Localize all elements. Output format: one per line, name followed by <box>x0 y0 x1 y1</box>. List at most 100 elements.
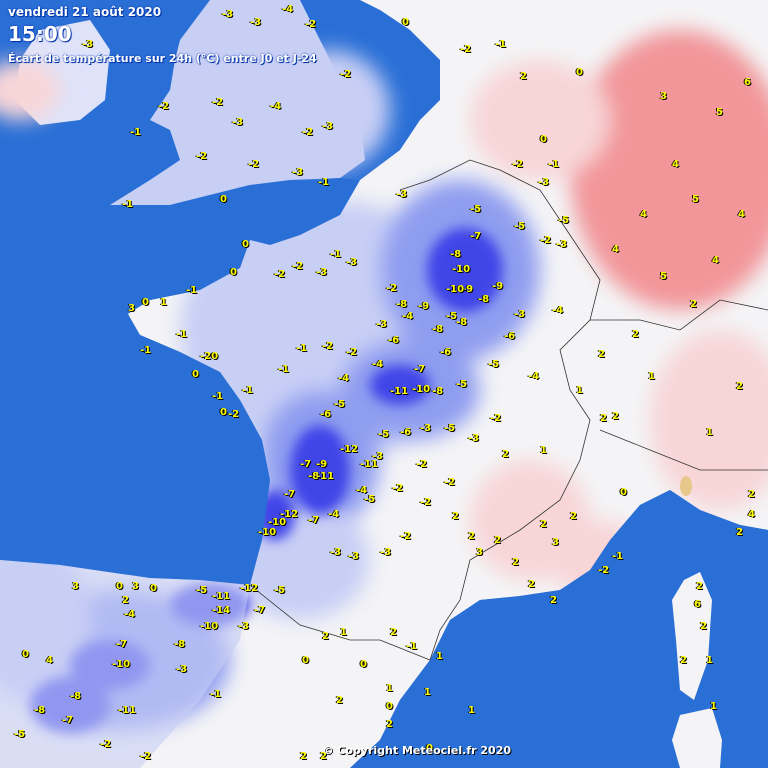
temperature-delta-label: 2 <box>598 349 605 360</box>
temperature-delta-label: 2 <box>612 411 619 422</box>
temperature-delta-label: -3 <box>82 39 94 50</box>
temperature-delta-label: 1 <box>160 297 167 308</box>
temperature-delta-label: -7 <box>300 459 312 470</box>
temperature-delta-label: 0 <box>540 134 547 145</box>
temperature-delta-label: -3 <box>322 121 334 132</box>
temperature-delta-label: -6 <box>400 427 412 438</box>
sardinia-top <box>672 708 722 768</box>
temperature-delta-label: 1 <box>706 427 713 438</box>
temperature-delta-label: -9 <box>418 301 430 312</box>
temperature-delta-label: -3 <box>232 117 244 128</box>
temperature-delta-label: 2 <box>632 329 639 340</box>
temperature-delta-label: -4 <box>282 4 294 15</box>
temperature-delta-label: -5 <box>444 423 456 434</box>
temperature-delta-label: 3 <box>552 537 559 548</box>
temperature-delta-label: -3 <box>396 189 408 200</box>
temperature-delta-label: 2 <box>390 627 397 638</box>
temperature-delta-label: -8 <box>432 386 444 397</box>
temperature-delta-label: 0 <box>22 649 29 660</box>
temperature-delta-label: -2 <box>196 151 208 162</box>
temperature-delta-label: 0 <box>386 701 393 712</box>
temperature-delta-label: 1 <box>340 627 347 638</box>
temperature-delta-label: -11 <box>212 591 231 602</box>
temperature-delta-label: -7 <box>284 489 296 500</box>
temperature-delta-label: -2 <box>212 97 224 108</box>
temperature-delta-label: -8 <box>450 249 462 260</box>
temperature-delta-label: 4 <box>46 655 53 666</box>
temperature-delta-label: 0 <box>242 239 249 250</box>
temperature-delta-label: 1 <box>648 371 655 382</box>
temperature-delta-label: 0 <box>576 67 583 78</box>
temperature-delta-label: 4 <box>738 209 745 220</box>
temperature-delta-label: -1 <box>186 285 198 296</box>
temperature-delta-label: -2 <box>420 497 432 508</box>
temperature-delta-label: -4 <box>356 485 368 496</box>
temperature-delta-label: 2 <box>700 621 707 632</box>
temperature-delta-label: -2 <box>444 477 456 488</box>
temperature-delta-label: 1 <box>424 687 431 698</box>
temperature-delta-label: -2 <box>292 261 304 272</box>
temperature-delta-label: -1 <box>548 159 560 170</box>
temperature-delta-label: -1 <box>212 391 224 402</box>
temperature-delta-label: 3 <box>132 581 139 592</box>
temperature-delta-label: 1 <box>436 651 443 662</box>
temperature-delta-label: -4 <box>270 101 282 112</box>
temperature-delta-label: 0 <box>192 369 199 380</box>
temperature-delta-label: 1 <box>468 705 475 716</box>
temperature-delta-label: -1 <box>122 199 134 210</box>
temperature-delta-label: -2 <box>346 347 358 358</box>
temperature-delta-label: -6 <box>504 331 516 342</box>
temperature-delta-label: -2 <box>598 565 610 576</box>
temperature-delta-label: -2 <box>248 159 260 170</box>
temperature-delta-label: -1 <box>130 127 142 138</box>
temperature-delta-label: -5 <box>274 585 286 596</box>
temperature-delta-label: 1 <box>386 683 393 694</box>
temperature-delta-label: -3 <box>380 547 392 558</box>
temperature-delta-label: -8 <box>456 317 468 328</box>
temperature-delta-label: 4 <box>748 509 755 520</box>
temperature-delta-label: -2 <box>274 269 286 280</box>
temperature-delta-label: 0 <box>302 655 309 666</box>
temperature-delta-label: -7 <box>62 715 74 726</box>
temperature-delta-label: -1 <box>140 345 152 356</box>
temperature-delta-label: -2 <box>228 409 240 420</box>
temperature-delta-label: -2 <box>305 19 317 30</box>
temperature-delta-label: -3 <box>420 423 432 434</box>
temperature-delta-label: 2 <box>300 751 307 762</box>
temperature-delta-label: 2 <box>680 655 687 666</box>
temperature-delta-label: -4 <box>402 311 414 322</box>
temperature-delta-label: -6 <box>440 347 452 358</box>
temperature-delta-label: -5 <box>514 221 526 232</box>
temperature-delta-label: 2 <box>748 489 755 500</box>
temperature-delta-label: -3 <box>292 167 304 178</box>
temperature-delta-label: 2 <box>736 381 743 392</box>
temperature-delta-label: 0 <box>116 581 123 592</box>
temperature-delta-label: -8 <box>478 294 490 305</box>
temperature-delta-label: 2 <box>690 299 697 310</box>
temperature-delta-label: -5 <box>196 585 208 596</box>
temperature-delta-label: -5 <box>558 215 570 226</box>
temperature-delta-label: -10 <box>412 384 431 395</box>
temperature-delta-label: -4 <box>528 371 540 382</box>
temperature-delta-label: -11 <box>118 705 137 716</box>
weather-map: -3 -3 -4 -2 -3 -2 -2 -3 -4 -2 -3 -2 -1 -2 -2 -3 -1 0 -1 0 -2… <box>0 0 768 768</box>
temperature-delta-label: 2 <box>736 527 743 538</box>
temperature-delta-label: -3 <box>346 257 358 268</box>
temperature-delta-label: -1 <box>176 329 188 340</box>
temperature-delta-label: -7 <box>116 639 128 650</box>
temperature-delta-label: -4 <box>338 373 350 384</box>
temperature-delta-label: -2 <box>302 127 314 138</box>
temperature-delta-label: 0 <box>402 17 409 28</box>
temperature-delta-label: -6 <box>388 335 400 346</box>
temperature-delta-label: -8 <box>174 639 186 650</box>
temperature-delta-label: -12 <box>240 583 259 594</box>
temperature-delta-label: -3 <box>514 309 526 320</box>
temperature-delta-label: -3 <box>238 621 250 632</box>
temperature-delta-label: -3 <box>250 17 262 28</box>
temperature-delta-label: -5 <box>446 311 458 322</box>
temperature-delta-label: -8 <box>432 324 444 335</box>
temperature-delta-label: -10 <box>200 621 219 632</box>
temperature-delta-label: 2 <box>512 557 519 568</box>
temperature-delta-label: -9 <box>316 459 328 470</box>
temperature-delta-label: 0 <box>220 407 227 418</box>
